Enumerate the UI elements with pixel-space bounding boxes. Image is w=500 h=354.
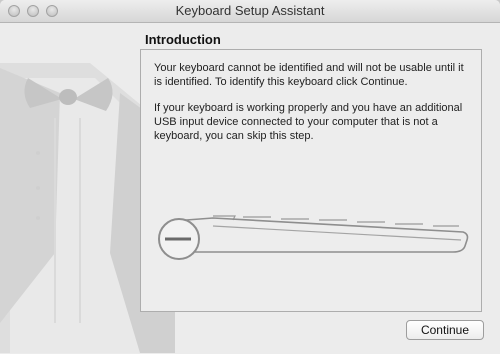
page-title: Introduction	[145, 32, 221, 47]
continue-button[interactable]: Continue	[406, 320, 484, 340]
title-bar: Keyboard Setup Assistant	[0, 0, 500, 23]
keyboard-outline-icon	[158, 215, 469, 260]
content-panel: Your keyboard cannot be identified and w…	[140, 49, 482, 312]
intro-paragraph-1: Your keyboard cannot be identified and w…	[154, 62, 464, 88]
keyboard-setup-window: Keyboard Setup Assistant Introduction Yo…	[0, 0, 500, 354]
intro-paragraph-2: If your keyboard is working properly and…	[154, 102, 463, 142]
window-title: Keyboard Setup Assistant	[175, 3, 325, 18]
